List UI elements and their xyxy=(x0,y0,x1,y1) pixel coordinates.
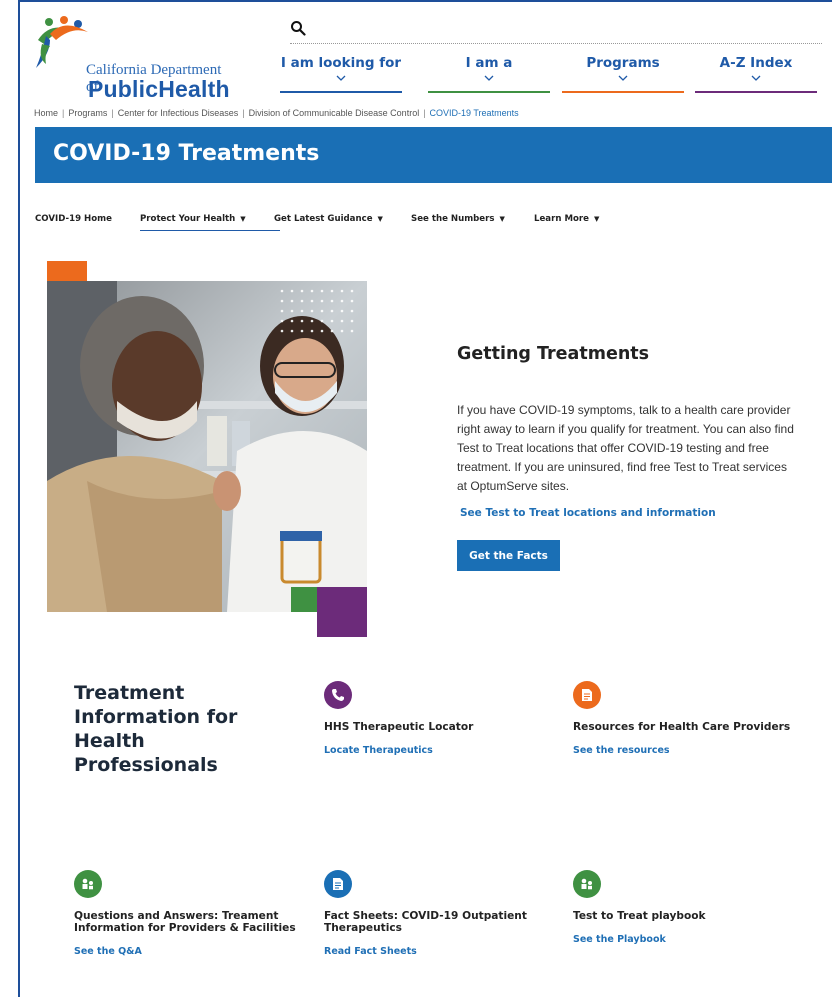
caret-down-icon: ▼ xyxy=(593,215,600,223)
nav-a-z-index[interactable]: A-Z Index xyxy=(695,55,817,93)
nav-underline xyxy=(562,91,684,93)
decor-square-purple xyxy=(317,587,367,637)
subnav-protect-your-health[interactable]: Protect Your Health ▼ xyxy=(140,214,246,224)
chevron-down-icon xyxy=(484,75,494,81)
breadcrumb-home[interactable]: Home xyxy=(34,108,58,118)
card-questions-and-answers: Questions and Answers: Treament Informat… xyxy=(74,870,304,957)
see-the-qa-link[interactable]: See the Q&A xyxy=(74,946,304,957)
pharmacist-patient-photo xyxy=(47,281,367,612)
see-the-playbook-link[interactable]: See the Playbook xyxy=(573,934,803,945)
chevron-down-icon xyxy=(751,75,761,81)
subnav-get-latest-guidance[interactable]: Get Latest Guidance ▼ xyxy=(274,214,383,224)
search-icon[interactable] xyxy=(290,20,306,36)
nav-underline xyxy=(280,91,402,93)
test-to-treat-link[interactable]: See Test to Treat locations and informat… xyxy=(460,507,716,519)
page-title-banner: COVID-19 Treatments xyxy=(35,127,832,183)
card-fact-sheets: Fact Sheets: COVID-19 Outpatient Therape… xyxy=(324,870,554,957)
get-the-facts-button[interactable]: Get the Facts xyxy=(457,540,560,571)
subnav-label: See the Numbers xyxy=(411,214,495,224)
breadcrumb-current: COVID-19 Treatments xyxy=(429,108,519,118)
locate-therapeutics-link[interactable]: Locate Therapeutics xyxy=(324,745,554,756)
subnav-active-indicator xyxy=(140,230,280,231)
nav-programs[interactable]: Programs xyxy=(562,55,684,93)
chevron-down-icon xyxy=(336,75,346,81)
page-frame-left xyxy=(18,0,20,997)
subnav-see-the-numbers[interactable]: See the Numbers ▼ xyxy=(411,214,505,224)
card-title: Test to Treat playbook xyxy=(573,910,706,922)
nav-label: Programs xyxy=(586,55,660,71)
card-test-to-treat-playbook: Test to Treat playbook See the Playbook xyxy=(573,870,803,945)
card-title: HHS Therapeutic Locator xyxy=(324,721,474,733)
phone-icon xyxy=(324,681,352,709)
logo-title: PublicHealth xyxy=(88,76,230,102)
nav-label: A-Z Index xyxy=(719,55,793,71)
subnav-label: Get Latest Guidance xyxy=(274,214,373,224)
card-resources-health-care-providers: Resources for Health Care Providers See … xyxy=(573,681,803,756)
document-icon xyxy=(324,870,352,898)
nav-label: I am a xyxy=(465,55,513,71)
header-divider xyxy=(290,43,822,44)
card-hhs-therapeutic-locator: HHS Therapeutic Locator Locate Therapeut… xyxy=(324,681,554,756)
subnav-label: COVID-19 Home xyxy=(35,214,112,224)
people-icon xyxy=(573,870,601,898)
breadcrumb: Home | Programs | Center for Infectious Dise… xyxy=(34,108,519,118)
card-title: Fact Sheets: COVID-19 Outpatient Therape… xyxy=(324,910,527,934)
subnav-covid-home[interactable]: COVID-19 Home xyxy=(35,214,112,224)
nav-underline xyxy=(428,91,550,93)
caret-down-icon: ▼ xyxy=(499,215,505,223)
cdph-logo[interactable]: California Department of PublicHealth xyxy=(36,14,236,102)
breadcrumb-programs[interactable]: Programs xyxy=(68,108,107,118)
breadcrumb-center-infectious-diseases[interactable]: Center for Infectious Diseases xyxy=(118,108,239,118)
nav-i-am-looking-for[interactable]: I am looking for xyxy=(280,55,402,93)
chevron-down-icon xyxy=(618,75,628,81)
see-the-resources-link[interactable]: See the resources xyxy=(573,745,803,756)
treatment-info-heading: Treatment Information for Health Profess… xyxy=(74,682,238,776)
caret-down-icon: ▼ xyxy=(240,215,246,223)
decor-square-green xyxy=(291,587,317,612)
page-title: COVID-19 Treatments xyxy=(53,141,320,166)
subnav-label: Protect Your Health xyxy=(140,214,236,224)
subnav-learn-more[interactable]: Learn More ▼ xyxy=(534,214,599,224)
nav-label: I am looking for xyxy=(280,55,402,71)
caret-down-icon: ▼ xyxy=(377,215,383,223)
read-fact-sheets-link[interactable]: Read Fact Sheets xyxy=(324,946,554,957)
people-icon xyxy=(74,870,102,898)
card-title: Resources for Health Care Providers xyxy=(573,721,791,733)
card-title: Questions and Answers: Treament Informat… xyxy=(74,910,296,934)
page-frame-top xyxy=(18,0,832,2)
nav-underline xyxy=(695,91,817,93)
breadcrumb-communicable-disease-control[interactable]: Division of Communicable Disease Control xyxy=(249,108,420,118)
subnav-label: Learn More xyxy=(534,214,589,224)
document-icon xyxy=(573,681,601,709)
nav-i-am-a[interactable]: I am a xyxy=(428,55,550,93)
getting-treatments-body: If you have COVID-19 symptoms, talk to a… xyxy=(457,403,794,493)
getting-treatments-heading: Getting Treatments xyxy=(457,344,650,364)
